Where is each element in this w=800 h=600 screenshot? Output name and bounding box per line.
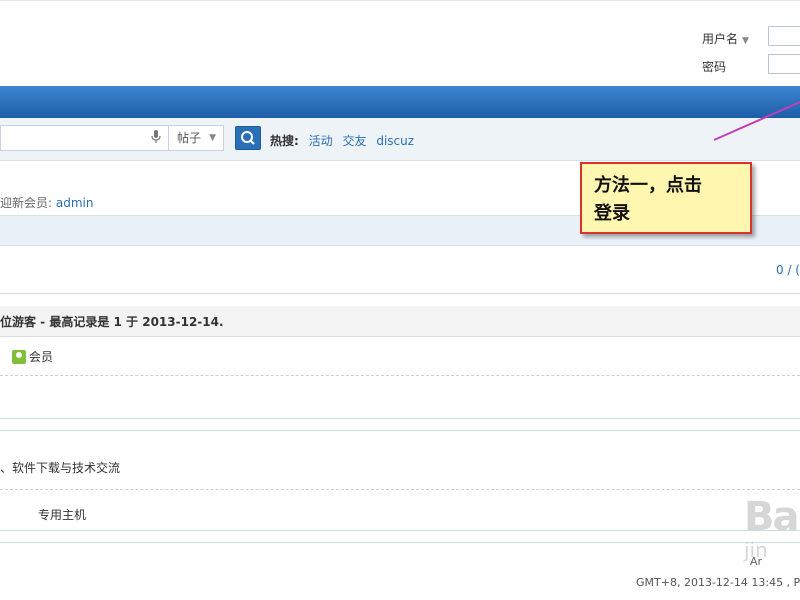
main-nav-bar <box>0 86 800 119</box>
search-scope-value: 帖子 <box>177 131 202 145</box>
watermark-text: Ba <box>744 494 800 540</box>
username-label: 用户名 <box>702 32 739 46</box>
dashed-divider <box>0 489 800 490</box>
divider <box>0 418 800 419</box>
annotation-arrow <box>713 101 800 141</box>
top-header <box>0 0 800 87</box>
footer-timestamp: GMT+8, 2013-12-14 13:45 , Pr <box>636 576 800 589</box>
annotation-callout: 方法一，点击 登录 <box>580 162 752 234</box>
hot-link-1[interactable]: 活动 <box>309 134 333 148</box>
chevron-down-icon: ▼ <box>209 133 216 143</box>
watermark-subtext: jin <box>744 538 768 562</box>
subforum-link[interactable]: 专用主机 <box>38 506 86 523</box>
username-field[interactable] <box>768 26 800 46</box>
hot-search: 热搜: 活动 交友 discuz <box>270 132 414 149</box>
forum-category-link[interactable]: 、软件下载与技术交流 <box>0 459 120 476</box>
search-input[interactable] <box>0 125 168 151</box>
chevron-down-icon: ▼ <box>742 36 749 46</box>
divider <box>0 542 800 543</box>
online-stats-header: 位游客 - 最高记录是 1 于 2013-12-14. <box>0 306 800 337</box>
dashed-divider <box>0 375 800 376</box>
member-label: 会员 <box>29 350 54 364</box>
divider <box>0 430 800 431</box>
password-field[interactable] <box>768 54 800 74</box>
user-icon <box>12 350 26 364</box>
callout-text-line-1: 方法一，点击 <box>594 175 702 196</box>
microphone-icon[interactable] <box>151 130 161 147</box>
callout-text-line-2: 登录 <box>594 203 630 224</box>
hot-search-label: 热搜: <box>270 134 299 148</box>
hot-link-2[interactable]: 交友 <box>342 134 366 148</box>
pagination[interactable]: 0 / ( <box>776 263 800 277</box>
divider <box>0 293 800 294</box>
search-scope-select[interactable]: 帖子 ▼ <box>168 125 224 151</box>
search-bar: 帖子 ▼ 热搜: 活动 交友 discuz <box>0 118 800 161</box>
newest-member-info: 迎新会员: admin <box>0 194 93 211</box>
online-record-text: 位游客 - 最高记录是 1 于 2013-12-14. <box>0 315 224 329</box>
newest-member-link[interactable]: admin <box>56 196 94 210</box>
divider <box>0 530 800 531</box>
welcome-label: 迎新会员: <box>0 196 53 210</box>
search-icon <box>241 131 255 145</box>
username-dropdown[interactable]: 用户名 ▼ <box>702 30 749 47</box>
hot-link-3[interactable]: discuz <box>376 134 414 148</box>
member-legend: 会员 <box>12 348 53 365</box>
search-button[interactable] <box>235 126 261 150</box>
password-label: 密码 <box>702 60 727 74</box>
baidu-watermark: Ba jin <box>744 494 800 562</box>
